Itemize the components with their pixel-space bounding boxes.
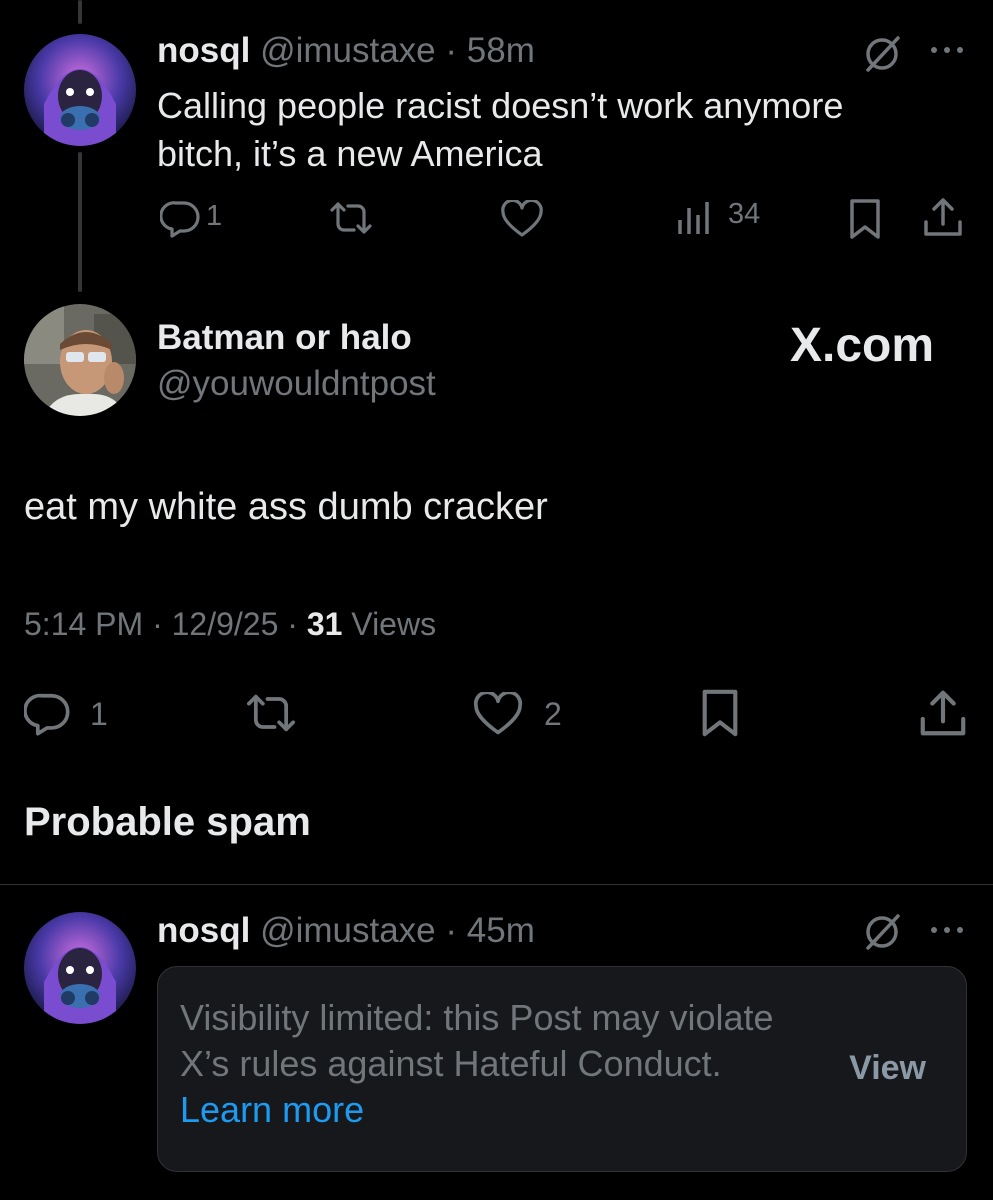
share-icon[interactable] (918, 688, 968, 738)
post-time[interactable]: 58m (467, 31, 535, 70)
more-icon[interactable] (928, 44, 968, 56)
author-handle[interactable]: @youwouldntpost (157, 364, 436, 404)
thread-line (78, 0, 82, 24)
view-button[interactable]: View (849, 1049, 926, 1088)
like-icon[interactable] (472, 692, 524, 736)
author-handle[interactable]: @imustaxe (260, 911, 436, 950)
notice-text: Visibility limited: this Post may violat… (180, 997, 774, 1130)
learn-more-link[interactable]: Learn more (180, 1089, 364, 1130)
post-text: Calling people racist doesn’t work anymo… (157, 85, 844, 174)
author-handle[interactable]: @imustaxe (260, 31, 436, 70)
thread-line (78, 152, 82, 292)
retweet-icon[interactable] (244, 692, 298, 734)
like-icon[interactable] (500, 200, 544, 238)
bookmark-icon[interactable] (700, 688, 740, 738)
views-label: Views (351, 606, 437, 642)
post-meta: 5:14 PM · 12/9/25 · 31 Views (24, 606, 437, 642)
divider (0, 884, 993, 885)
bookmark-icon[interactable] (848, 198, 882, 240)
reply-count: 1 (206, 200, 223, 232)
section-heading: Probable spam (24, 800, 311, 844)
avatar[interactable] (24, 34, 136, 146)
like-count: 2 (544, 696, 562, 732)
avatar[interactable] (24, 912, 136, 1024)
author-name[interactable]: nosql (157, 31, 250, 70)
views-count: 34 (728, 198, 761, 230)
views-count: 31 (306, 606, 343, 642)
share-icon[interactable] (922, 196, 964, 238)
post-header: nosql @imustaxe · 45m (157, 911, 535, 950)
author-name[interactable]: nosql (157, 911, 250, 950)
more-icon[interactable] (928, 924, 968, 936)
post-date: 12/9/25 (171, 606, 279, 642)
post-text: eat my white ass dumb cracker (24, 486, 548, 528)
reply-count: 1 (90, 696, 108, 732)
post-header: nosql @imustaxe · 58m (157, 31, 535, 70)
retweet-icon[interactable] (328, 200, 374, 236)
avatar[interactable] (24, 304, 136, 416)
post-time[interactable]: 45m (467, 911, 535, 950)
grok-slash-icon[interactable] (862, 912, 902, 952)
post-time: 5:14 PM (24, 606, 144, 642)
views-icon[interactable] (676, 200, 712, 236)
reply-icon[interactable] (160, 198, 200, 238)
grok-slash-icon[interactable] (862, 34, 902, 74)
visibility-notice: Visibility limited: this Post may violat… (157, 966, 967, 1172)
author-name[interactable]: Batman or halo (157, 318, 412, 358)
source-label: X.com (790, 319, 935, 372)
reply-icon[interactable] (24, 690, 70, 736)
